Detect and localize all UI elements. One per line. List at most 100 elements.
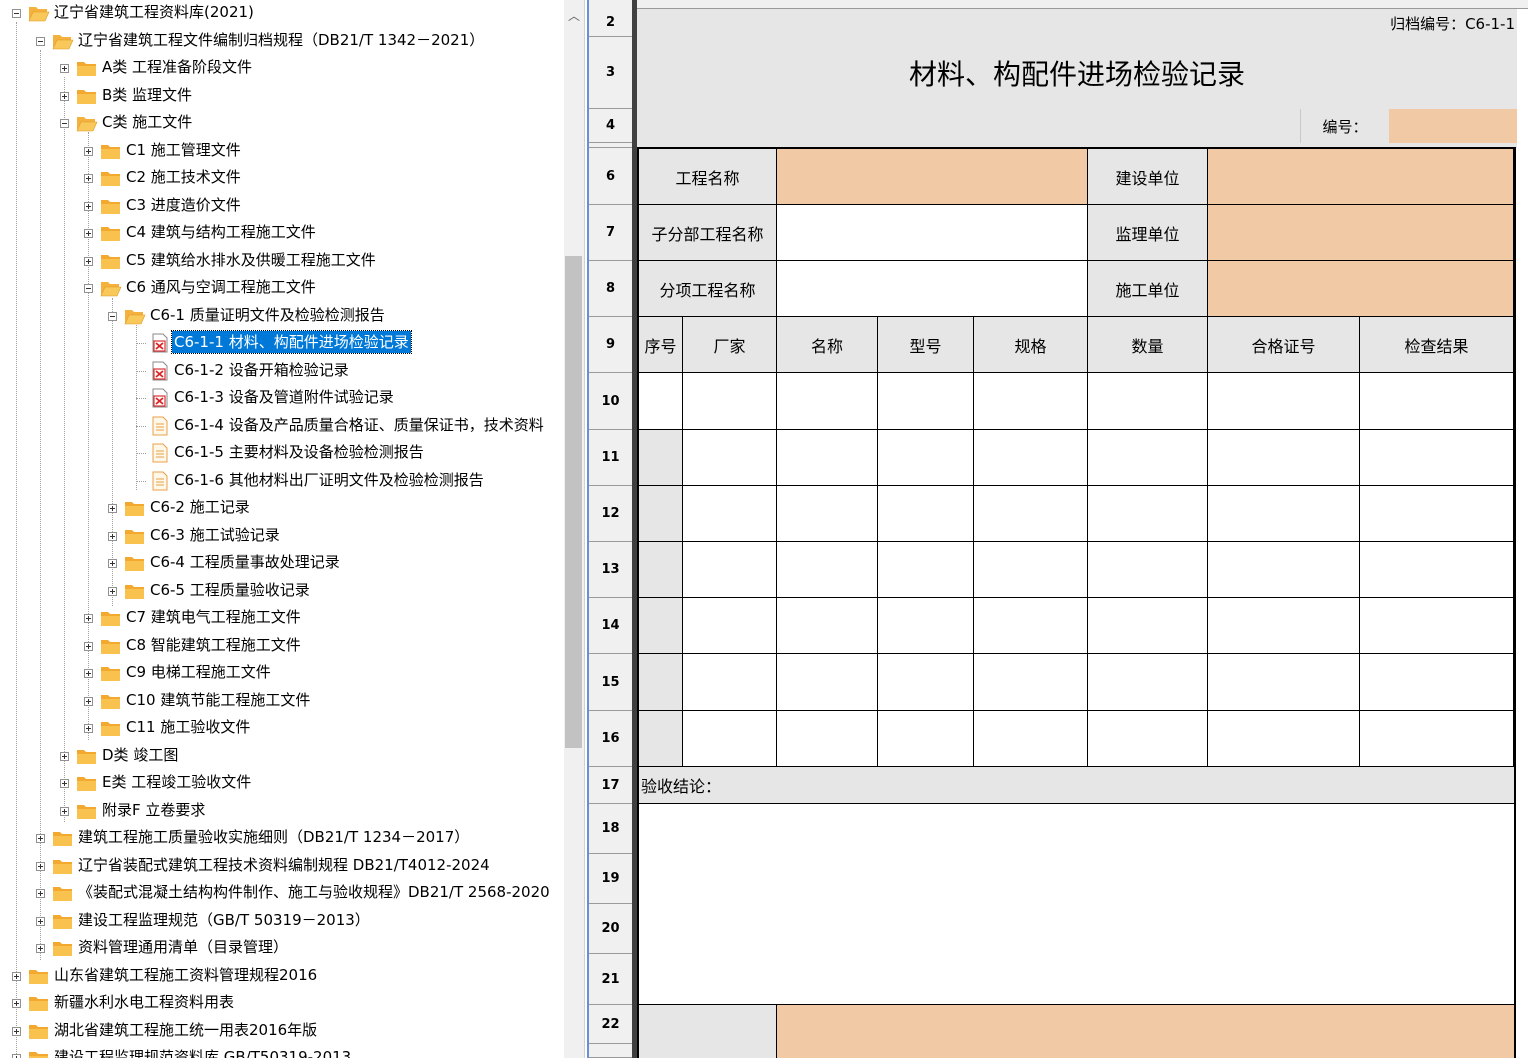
tree-node[interactable]: 辽宁省装配式建筑工程技术资料编制规程 DB21/T4012-2024 xyxy=(0,853,560,879)
row-header[interactable]: 10 xyxy=(589,373,632,430)
tree-node-label[interactable]: C6-3 施工试验记录 xyxy=(148,523,282,547)
table-column-header[interactable]: 序号 xyxy=(639,317,683,373)
table-cell[interactable] xyxy=(1208,542,1360,598)
tree-node-label[interactable]: C6-1-6 其他材料出厂证明文件及检验检测报告 xyxy=(172,468,486,492)
table-cell[interactable] xyxy=(1088,654,1208,711)
builder-input[interactable] xyxy=(1208,149,1514,205)
expand-icon[interactable] xyxy=(60,64,69,73)
table-cell[interactable] xyxy=(1208,598,1360,654)
row-header[interactable]: 20 xyxy=(589,904,632,954)
contractor-label-cell[interactable]: 施工单位 xyxy=(1088,261,1208,317)
tree-node-label[interactable]: 建设工程监理规范资料库 GB/T50319-2013 xyxy=(52,1045,353,1058)
table-cell[interactable] xyxy=(683,430,777,486)
table-column-header[interactable]: 型号 xyxy=(878,317,974,373)
collapse-icon[interactable] xyxy=(108,312,117,321)
tree-node[interactable]: C6-1-5 主要材料及设备检验检测报告 xyxy=(0,440,560,466)
tree-node[interactable]: C6-1-1 材料、构配件进场检验记录 xyxy=(0,330,560,356)
row-header[interactable]: 3 xyxy=(589,37,632,109)
row-header[interactable]: 22 xyxy=(589,1005,632,1044)
tree-node-label[interactable]: C6-1-2 设备开箱检验记录 xyxy=(172,358,351,382)
row-header[interactable]: 6 xyxy=(589,148,632,205)
tree-node[interactable]: C6-1-4 设备及产品质量合格证、质量保证书，技术资料 xyxy=(0,413,560,439)
expand-icon[interactable] xyxy=(36,862,45,871)
tree-node[interactable]: C6-1-3 设备及管道附件试验记录 xyxy=(0,385,560,411)
table-cell[interactable] xyxy=(974,598,1088,654)
spreadsheet[interactable]: 2 3 4 6 7 8 9 10 11 12 13 14 15 16 17 18 19 20 21 22 归档编号：C… xyxy=(589,0,1528,1058)
table-cell[interactable] xyxy=(1088,486,1208,542)
table-cell[interactable] xyxy=(878,598,974,654)
project-name-input[interactable] xyxy=(777,149,1088,205)
table-cell[interactable] xyxy=(683,598,777,654)
table-cell[interactable] xyxy=(1088,542,1208,598)
tree-node-label[interactable]: C5 建筑给水排水及供暖工程施工文件 xyxy=(124,248,378,272)
expand-icon[interactable] xyxy=(84,669,93,678)
expand-icon[interactable] xyxy=(108,504,117,513)
tree-node-label[interactable]: 辽宁省建筑工程资料库(2021) xyxy=(52,0,256,24)
table-cell[interactable] xyxy=(1360,542,1514,598)
table-cell[interactable] xyxy=(1208,373,1360,430)
table-cell[interactable] xyxy=(683,654,777,711)
tree-node-label[interactable]: C11 施工验收文件 xyxy=(124,715,252,739)
expand-icon[interactable] xyxy=(12,1054,21,1058)
table-cell[interactable] xyxy=(974,373,1088,430)
collapse-icon[interactable] xyxy=(84,284,93,293)
row-header[interactable]: 19 xyxy=(589,854,632,904)
table-cell[interactable] xyxy=(777,430,878,486)
expand-icon[interactable] xyxy=(108,559,117,568)
expand-icon[interactable] xyxy=(12,999,21,1008)
tree-node[interactable]: C8 智能建筑工程施工文件 xyxy=(0,633,560,659)
expand-icon[interactable] xyxy=(84,642,93,651)
tree-node[interactable]: C2 施工技术文件 xyxy=(0,165,560,191)
contractor-input[interactable] xyxy=(1208,261,1514,317)
table-cell[interactable] xyxy=(1360,711,1514,767)
table-column-header[interactable]: 规格 xyxy=(974,317,1088,373)
table-cell[interactable] xyxy=(777,486,878,542)
builder-label-cell[interactable]: 建设单位 xyxy=(1088,149,1208,205)
tree-node-label[interactable]: 湖北省建筑工程施工统一用表2016年版 xyxy=(52,1018,319,1042)
tree-node[interactable]: E类 工程竣工验收文件 xyxy=(0,770,560,796)
table-cell[interactable] xyxy=(777,598,878,654)
row4-blank-cell[interactable] xyxy=(637,109,1300,143)
table-cell[interactable] xyxy=(974,542,1088,598)
row-header[interactable]: 15 xyxy=(589,654,632,711)
expand-icon[interactable] xyxy=(12,1027,21,1036)
collapse-icon[interactable] xyxy=(60,119,69,128)
collapse-icon[interactable] xyxy=(12,9,21,18)
tree-scrollbar[interactable]: ︿ xyxy=(564,0,584,1058)
tree-node[interactable]: C6-2 施工记录 xyxy=(0,495,560,521)
tree-node-label[interactable]: C6-1 质量证明文件及检验检测报告 xyxy=(148,303,387,327)
expand-icon[interactable] xyxy=(84,174,93,183)
tree-node-label[interactable]: 辽宁省建筑工程文件编制归档规程（DB21/T 1342－2021） xyxy=(76,28,486,52)
tree-node[interactable]: C3 进度造价文件 xyxy=(0,193,560,219)
row-header[interactable]: 7 xyxy=(589,205,632,261)
row-header[interactable]: 12 xyxy=(589,486,632,542)
tree-node[interactable]: 建设工程监理规范（GB/T 50319－2013） xyxy=(0,908,560,934)
expand-icon[interactable] xyxy=(36,917,45,926)
tree-node[interactable]: C7 建筑电气工程施工文件 xyxy=(0,605,560,631)
tree-node-label[interactable]: C6 通风与空调工程施工文件 xyxy=(124,275,318,299)
tree-node-label[interactable]: 建筑工程施工质量验收实施细则（DB21/T 1234－2017） xyxy=(76,825,471,849)
file-tree[interactable]: 辽宁省建筑工程资料库(2021) 辽宁省建筑工程文件编制归档规程（DB21/T 1… xyxy=(0,0,564,1058)
table-cell[interactable] xyxy=(878,373,974,430)
expand-icon[interactable] xyxy=(60,752,69,761)
table-cell[interactable] xyxy=(974,711,1088,767)
tree-node-label[interactable]: A类 工程准备阶段文件 xyxy=(100,55,254,79)
tree-node[interactable]: C6-1-2 设备开箱检验记录 xyxy=(0,358,560,384)
table-column-header[interactable]: 合格证号 xyxy=(1208,317,1360,373)
table-cell[interactable] xyxy=(878,486,974,542)
scroll-up-icon[interactable]: ︿ xyxy=(564,6,584,26)
table-cell[interactable] xyxy=(1360,654,1514,711)
tree-node[interactable]: 辽宁省建筑工程资料库(2021) xyxy=(0,0,560,26)
table-cell[interactable] xyxy=(1360,486,1514,542)
table-cell[interactable] xyxy=(878,711,974,767)
tree-node-label[interactable]: B类 监理文件 xyxy=(100,83,194,107)
row-header[interactable]: 8 xyxy=(589,261,632,317)
row-header[interactable]: 9 xyxy=(589,317,632,373)
expand-icon[interactable] xyxy=(36,889,45,898)
expand-icon[interactable] xyxy=(84,724,93,733)
expand-icon[interactable] xyxy=(108,587,117,596)
table-cell[interactable] xyxy=(639,711,683,767)
expand-icon[interactable] xyxy=(108,532,117,541)
tree-node-label[interactable]: C2 施工技术文件 xyxy=(124,165,243,189)
tree-node-label[interactable]: C6-2 施工记录 xyxy=(148,495,252,519)
